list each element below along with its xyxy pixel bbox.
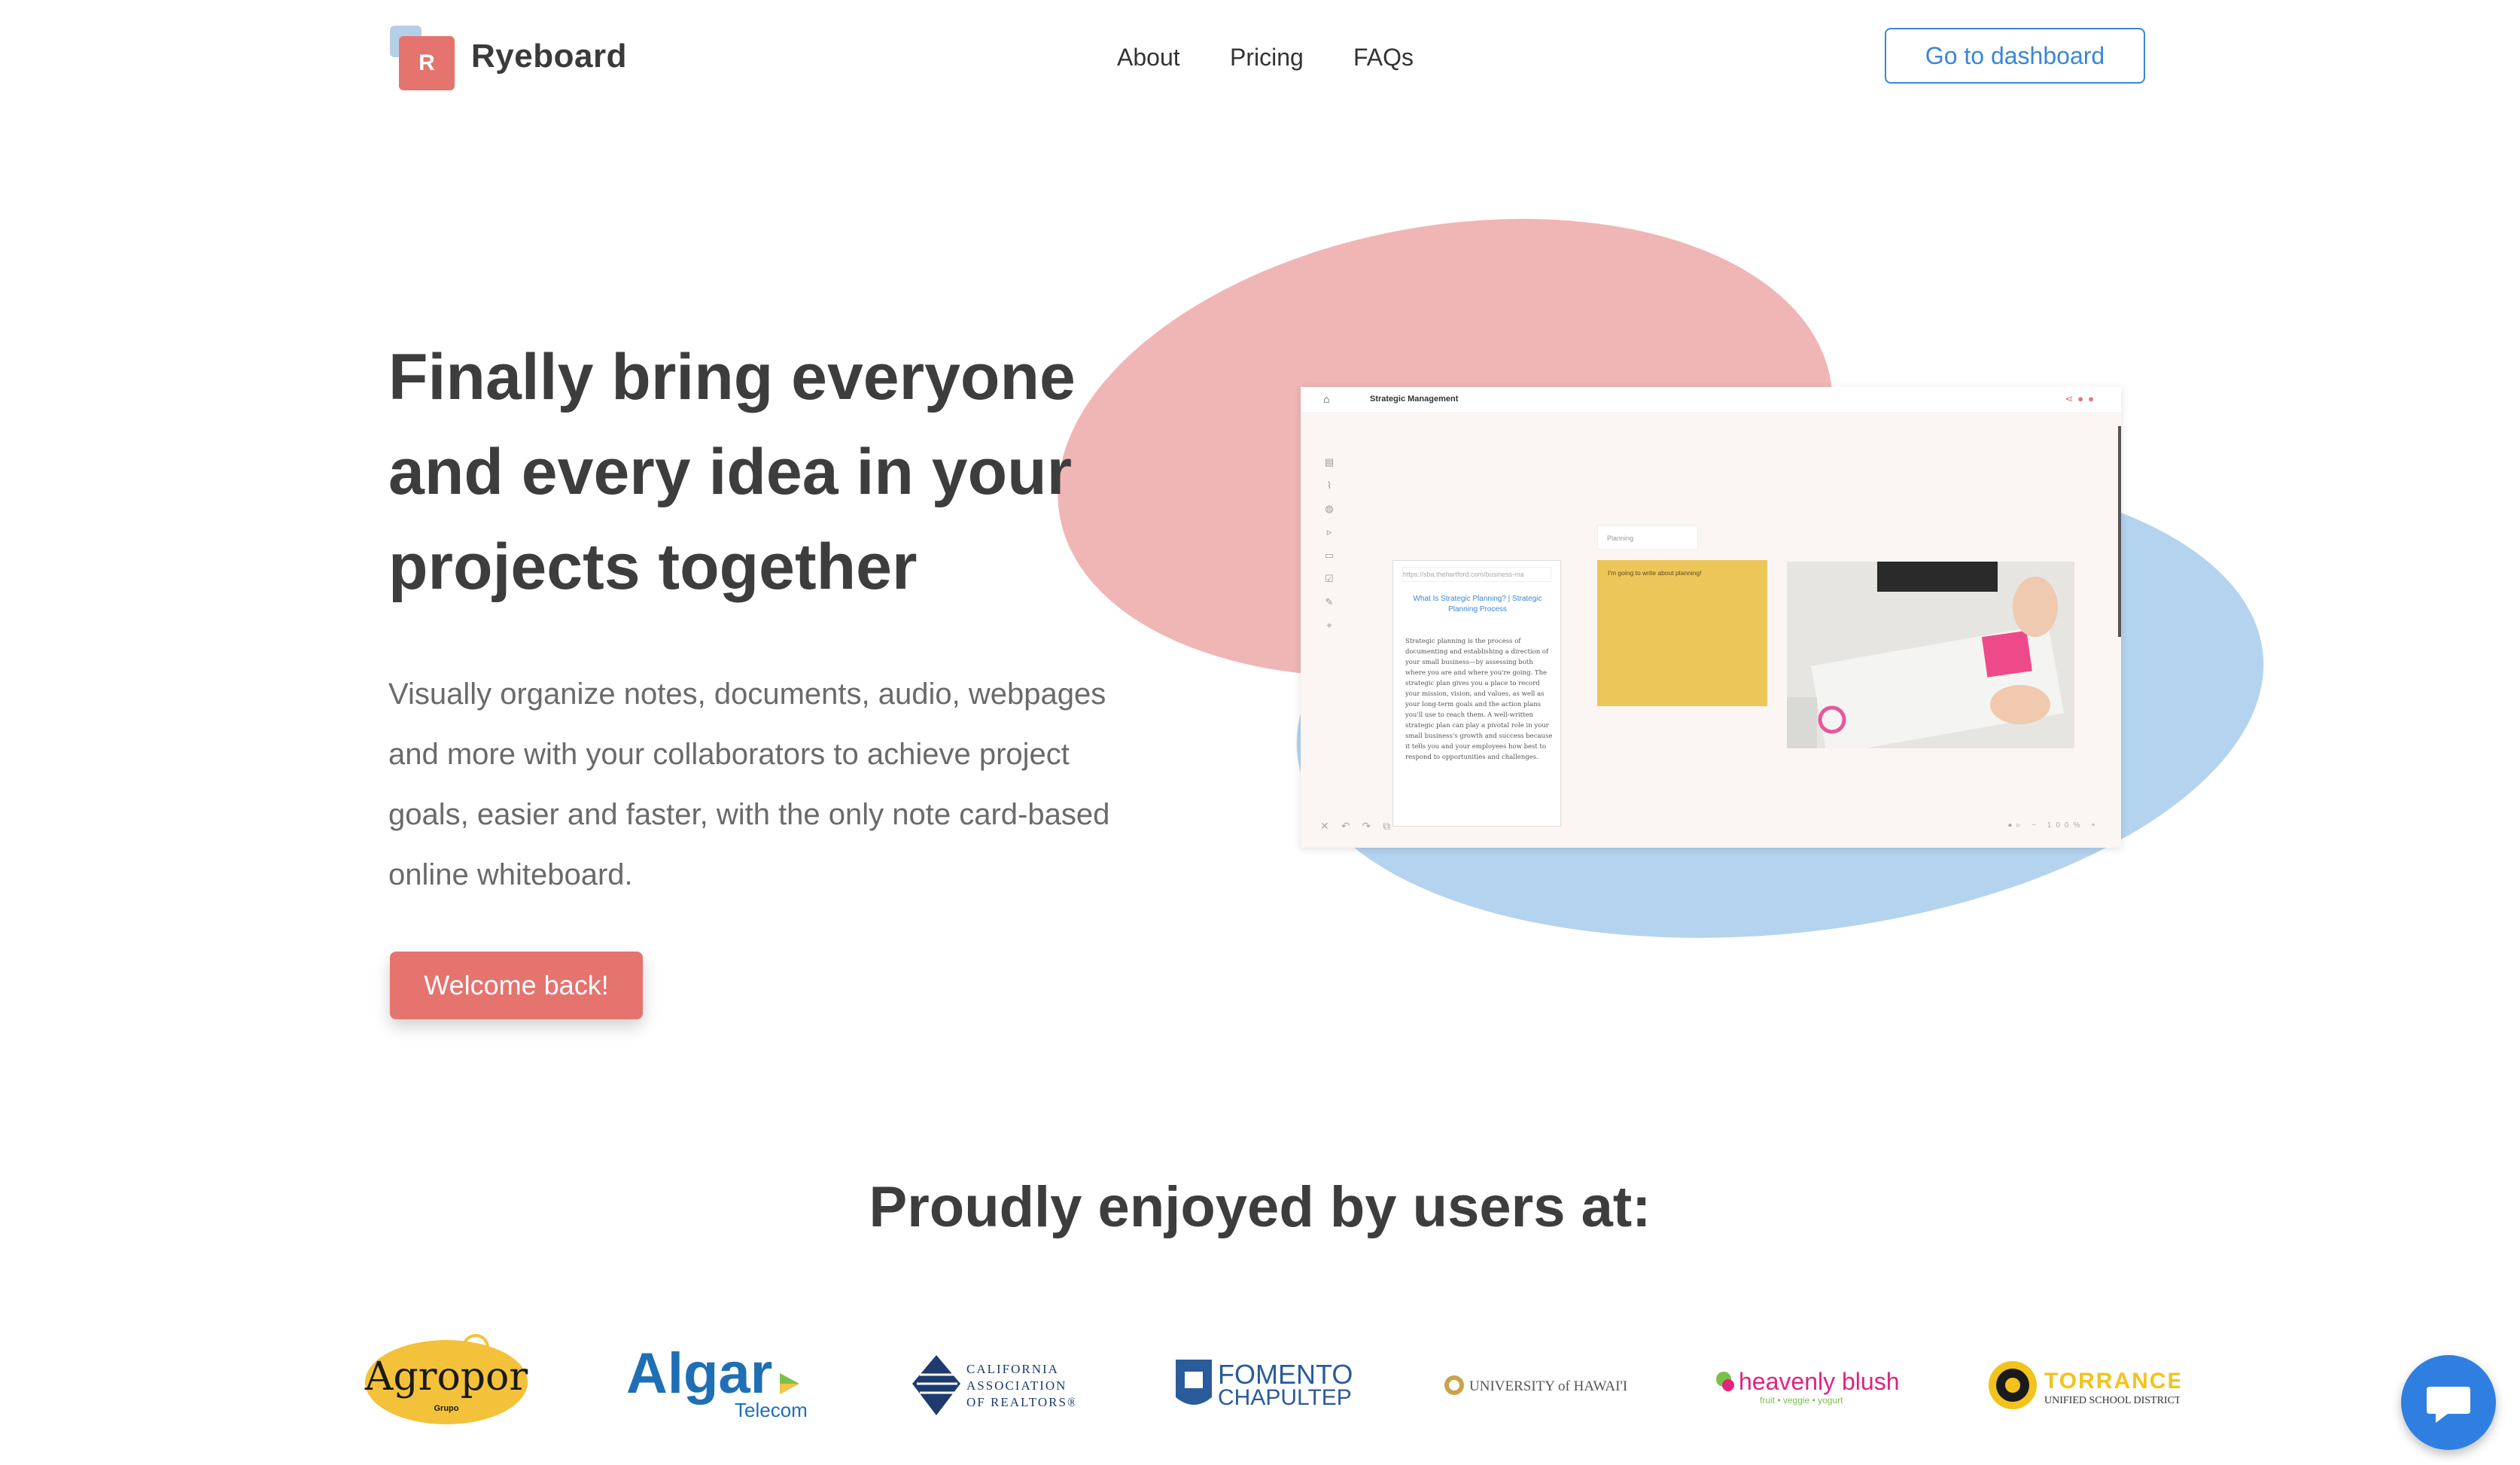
algar-wordmark: Algar (626, 1348, 772, 1406)
app-preview: ⌂ Strategic Management ⋖●● ▤ ⌇ ◍ ▹ ▭ ☑ ✎… (1301, 387, 2121, 848)
heavenly-blush-wordmark: heavenly blush (1739, 1368, 1899, 1395)
logo[interactable]: R (390, 26, 456, 90)
pin-icon: ⌖ (1326, 620, 1332, 631)
nav-pricing[interactable]: Pricing (1230, 44, 1304, 72)
hero-headline: Finally bring everyone and every idea in… (388, 341, 1076, 603)
car-line-3: OF REALTORS® (966, 1395, 1075, 1409)
nav-about[interactable]: About (1117, 44, 1180, 72)
torrance-sub: UNIFIED SCHOOL DISTRICT (2044, 1395, 2180, 1406)
comment-icon: ▭ (1324, 550, 1335, 561)
checkbox-icon: ☑ (1325, 573, 1334, 584)
logo-fomento: FOMENTO CHAPULTEPEC (1173, 1355, 1383, 1415)
hero-subtext: Visually organize notes, documents, audi… (388, 678, 1110, 891)
board-title: Strategic Management (1370, 394, 1459, 404)
agropor-wordmark: Agropor (364, 1354, 528, 1400)
car-line-2: ASSOCIATION (966, 1378, 1067, 1393)
logo-agropor: Agropor Grupo (355, 1333, 537, 1427)
logo-hawaii: UNIVERSITY of HAWAI'I (1442, 1370, 1630, 1400)
flag-icon: ▹ (1326, 526, 1332, 538)
webpage-card: https://sba.thehartford.com/business-ma … (1392, 560, 1561, 827)
zoom-level: 100% (2047, 821, 2085, 830)
welcome-back-button[interactable]: Welcome back! (390, 952, 643, 1019)
logo-car: CALIFORNIA ASSOCIATION OF REALTORS® (909, 1352, 1077, 1420)
webpage-heading: What Is Strategic Planning? | Strategic … (1413, 595, 1542, 614)
hawaii-wordmark: UNIVERSITY of HAWAI'I (1469, 1378, 1627, 1394)
share-icon: ⋖●● (2065, 393, 2098, 404)
home-icon: ⌂ (1323, 393, 1330, 405)
zoom-control: ●▹ − 100% + (2007, 821, 2100, 830)
document-icon: ▤ (1324, 456, 1335, 468)
sticky-note-text: I'm going to write about planning! (1608, 569, 1702, 577)
go-to-dashboard-button[interactable]: Go to dashboard (1885, 28, 2145, 84)
globe-icon: ◍ (1325, 503, 1334, 514)
pen-icon: ✎ (1325, 596, 1334, 608)
undo-redo-bar: ✕↶↷⧉ (1320, 820, 1403, 832)
logos-heading: Proudly enjoyed by users at: (869, 1175, 1651, 1239)
logo-algar: Algar Telecom (623, 1342, 811, 1423)
agropor-sub: Grupo (434, 1404, 459, 1413)
webpage-body: Strategic planning is the process of doc… (1405, 638, 1553, 761)
heavenly-blush-sub: fruit • veggie • yogurt (1760, 1395, 1843, 1406)
side-toolbar: ▤ ⌇ ◍ ▹ ▭ ☑ ✎ ⌖ (1320, 450, 1338, 637)
app-toolbar: ⌂ Strategic Management ⋖●● (1301, 387, 2121, 413)
logo-heavenly-blush: heavenly blush fruit • veggie • yogurt (1713, 1358, 1909, 1411)
car-line-1: CALIFORNIA (966, 1362, 1059, 1376)
note-label: Planning (1597, 525, 1698, 550)
desk-photo (1787, 562, 2074, 748)
algar-sub: Telecom (735, 1399, 808, 1421)
chat-widget-button[interactable] (2401, 1355, 2496, 1450)
scrollbar (2118, 426, 2121, 637)
sticky-note: I'm going to write about planning! (1597, 560, 1767, 706)
logo-letter: R (399, 36, 455, 90)
brand-name[interactable]: Ryeboard (471, 38, 627, 75)
fomento-line-2: CHAPULTEPEC (1218, 1385, 1353, 1410)
chat-bubble-icon (2427, 1387, 2470, 1423)
torrance-wordmark: TORRANCE (2044, 1369, 2180, 1393)
nav-faqs[interactable]: FAQs (1353, 44, 1414, 72)
webpage-url: https://sba.thehartford.com/business-ma (1402, 567, 1551, 582)
logo-torrance: TORRANCE UNIFIED SCHOOL DISTRICT (1987, 1355, 2182, 1415)
attachment-icon: ⌇ (1326, 480, 1332, 491)
